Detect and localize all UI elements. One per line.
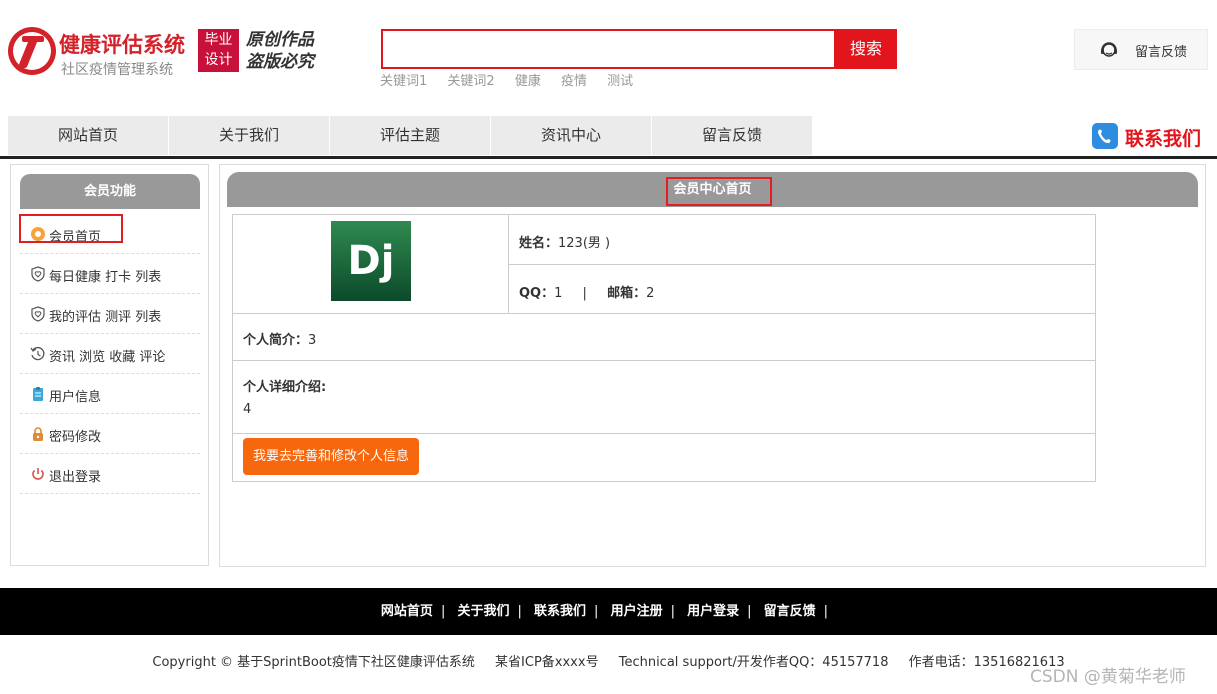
email-label: 邮箱： xyxy=(607,286,647,301)
lock-icon xyxy=(33,427,43,441)
highlight-panel-title xyxy=(666,177,772,206)
sidebar-item-label: 资讯 浏览 收藏 评论 xyxy=(49,350,166,365)
action-row: 我要去完善和修改个人信息 xyxy=(233,434,1095,481)
sidebar-item-label: 每日健康 打卡 列表 xyxy=(49,270,162,285)
keyword-link[interactable]: 关键词1 xyxy=(380,74,427,89)
power-icon xyxy=(32,468,44,480)
qq-label: QQ： xyxy=(519,286,555,301)
intro-label: 个人简介： xyxy=(243,333,309,348)
main-nav: 网站首页 关于我们 评估主题 资讯中心 留言反馈 xyxy=(8,116,813,155)
separator: | xyxy=(582,286,587,301)
brand-title: 健康评估系统 xyxy=(59,33,185,57)
avatar: Dj xyxy=(331,221,411,301)
slogan: 原创作品 盗版必究 xyxy=(246,29,314,73)
sidebar-item-my-assessments[interactable]: 我的评估 测评 列表 xyxy=(20,294,200,334)
highlight-sidebar-member-home xyxy=(19,214,123,243)
feedback-button[interactable]: 留言反馈 xyxy=(1074,29,1208,70)
sidebar-item-logout[interactable]: 退出登录 xyxy=(20,454,200,494)
keyword-link[interactable]: 疫情 xyxy=(561,74,587,89)
watermark: CSDN @黄菊华老师 xyxy=(1030,667,1186,687)
nav-item-feedback[interactable]: 留言反馈 xyxy=(652,116,812,155)
sidebar-item-user-info[interactable]: 用户信息 xyxy=(20,374,200,414)
sidebar-item-label: 退出登录 xyxy=(49,470,102,485)
badge-line1: 毕业 xyxy=(204,32,233,48)
sidebar-item-daily-health[interactable]: 每日健康 打卡 列表 xyxy=(20,254,200,294)
detail-value: 4 xyxy=(243,402,252,417)
badge-line2: 设计 xyxy=(204,52,233,68)
nav-item-news[interactable]: 资讯中心 xyxy=(491,116,651,155)
detail-row: 个人详细介绍: 4 xyxy=(233,361,1095,434)
search-button[interactable]: 搜索 xyxy=(835,29,897,69)
slogan-line1: 原创作品 xyxy=(246,30,314,50)
icp-text: 某省ICP备xxxx号 xyxy=(495,655,599,670)
keyword-link[interactable]: 测试 xyxy=(607,74,633,89)
sidebar-item-label: 用户信息 xyxy=(49,390,102,405)
footer-link-login[interactable]: 用户登录 xyxy=(687,604,739,619)
sidebar-menu: 会员首页 每日健康 打卡 列表 我的评估 测评 列表 资讯 浏览 收藏 评论 用… xyxy=(20,214,200,494)
sidebar-item-change-password[interactable]: 密码修改 xyxy=(20,414,200,454)
clipboard-icon xyxy=(33,387,43,401)
nav-divider xyxy=(0,156,1217,159)
footer-link-register[interactable]: 用户注册 xyxy=(611,604,663,619)
profile-table: Dj 姓名：123(男 ) QQ：1 | 邮箱：2 个人简介：3 个人详细介绍:… xyxy=(232,214,1096,482)
name-row: 姓名：123(男 ) xyxy=(509,215,1095,265)
shield-heart-icon xyxy=(31,266,45,282)
footer-link-contact[interactable]: 联系我们 xyxy=(534,604,586,619)
keyword-link[interactable]: 关键词2 xyxy=(447,74,494,89)
footer-link-about[interactable]: 关于我们 xyxy=(457,604,509,619)
feedback-label: 留言反馈 xyxy=(1135,45,1188,60)
slogan-line2: 盗版必究 xyxy=(246,52,314,72)
email-value: 2 xyxy=(646,286,655,301)
avatar-cell: Dj xyxy=(233,215,509,314)
brand-subtitle: 社区疫情管理系统 xyxy=(61,62,173,78)
support-text: Technical support/开发作者QQ：45157718 xyxy=(618,655,889,670)
edit-profile-button[interactable]: 我要去完善和修改个人信息 xyxy=(243,438,419,475)
intro-row: 个人简介：3 xyxy=(233,314,1095,361)
graduation-design-badge: 毕业 设计 xyxy=(198,29,239,72)
contact-field: QQ：1 | 邮箱：2 xyxy=(519,282,654,301)
history-icon xyxy=(30,346,45,361)
nav-item-topics[interactable]: 评估主题 xyxy=(330,116,490,155)
name-value: 123(男 ) xyxy=(558,236,611,251)
search-input[interactable] xyxy=(383,31,834,67)
keyword-link[interactable]: 健康 xyxy=(515,74,541,89)
sidebar-item-news-history[interactable]: 资讯 浏览 收藏 评论 xyxy=(20,334,200,374)
contact-label: 联系我们 xyxy=(1125,128,1202,150)
member-center-panel: 会员中心首页 Dj 姓名：123(男 ) QQ：1 | 邮箱：2 个人简介：3 … xyxy=(219,164,1206,567)
detail-label: 个人详细介绍: xyxy=(243,380,327,395)
copyright-text: Copyright © 基于SprintBoot疫情下社区健康评估系统 xyxy=(152,655,475,670)
hot-keywords: 关键词1 关键词2 健康 疫情 测试 xyxy=(380,70,649,89)
sidebar-item-label: 我的评估 测评 列表 xyxy=(49,310,162,325)
customer-service-icon xyxy=(1101,42,1117,57)
footer-link-feedback[interactable]: 留言反馈 xyxy=(764,604,816,619)
footer-nav: 网站首页 | 关于我们 | 联系我们 | 用户注册 | 用户登录 | 留言反馈 | xyxy=(0,588,1217,635)
sidebar-title: 会员功能 xyxy=(20,174,200,209)
intro-value: 3 xyxy=(308,333,317,348)
shield-heart-icon xyxy=(31,306,45,322)
name-field: 姓名：123(男 ) xyxy=(519,232,610,251)
intro-field: 个人简介：3 xyxy=(243,329,316,348)
contact-row: QQ：1 | 邮箱：2 xyxy=(509,265,1095,314)
nav-item-about[interactable]: 关于我们 xyxy=(169,116,329,155)
logo-icon[interactable] xyxy=(8,27,56,75)
footer-link-home[interactable]: 网站首页 xyxy=(381,604,433,619)
nav-item-home[interactable]: 网站首页 xyxy=(8,116,168,155)
qq-value: 1 xyxy=(554,286,563,301)
name-label: 姓名： xyxy=(519,236,559,251)
search-box xyxy=(381,29,836,69)
phone-icon xyxy=(1092,123,1118,149)
sidebar-item-label: 密码修改 xyxy=(49,430,102,445)
